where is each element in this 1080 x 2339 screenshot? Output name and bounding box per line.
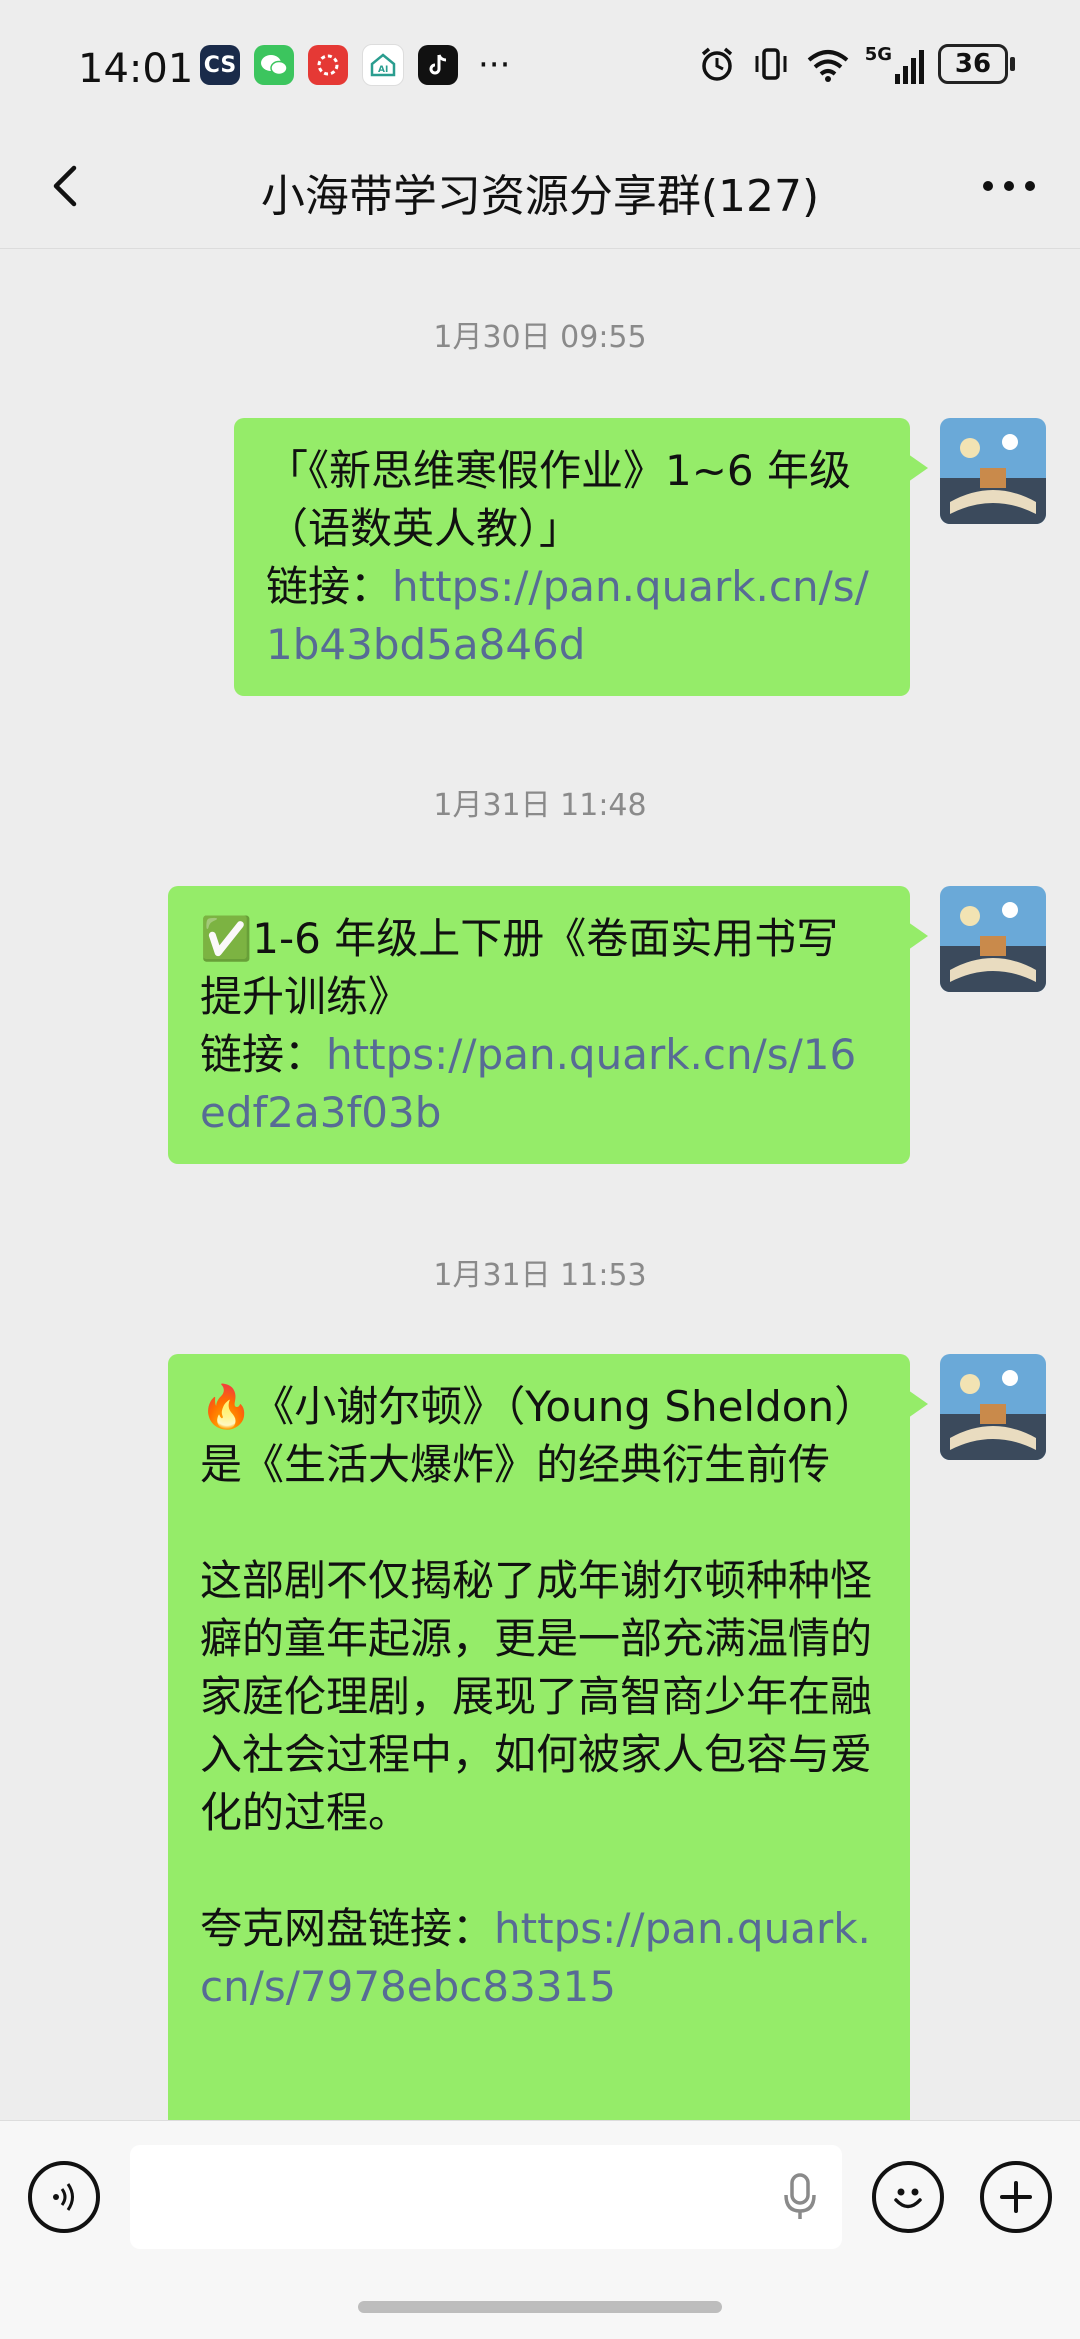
sender-avatar[interactable] bbox=[940, 1354, 1046, 1460]
home-indicator[interactable] bbox=[358, 2301, 722, 2313]
wechat-icon bbox=[254, 45, 294, 85]
battery-icon: 36 bbox=[938, 44, 1015, 84]
chat-title: 小海带学习资源分享群(127) bbox=[260, 171, 820, 222]
alarm-icon bbox=[701, 47, 732, 81]
ai-icon: AI bbox=[362, 44, 404, 86]
emoji-button[interactable] bbox=[872, 2161, 944, 2233]
emoji-icon bbox=[894, 2188, 922, 2209]
message-bubble[interactable]: 🔥《小谢尔顿》（Young Sheldon）是《生活大爆炸》的经典衍生前传 这部… bbox=[168, 1354, 928, 2120]
message-text: 「《新思维寒假作业》1~6 年级（语数英人教）」 bbox=[266, 446, 851, 553]
sender-avatar[interactable] bbox=[940, 886, 1046, 992]
vibrate-icon bbox=[755, 48, 787, 80]
chat-header: 小海带学习资源分享群(127) bbox=[0, 130, 1080, 249]
more-notifications-icon: ··· bbox=[478, 45, 511, 85]
network-type-label: 5G bbox=[864, 44, 892, 65]
message-text: ✅1-6 年级上下册《卷面实用书写提升训练》 bbox=[200, 914, 839, 1021]
link-label: 链接： bbox=[200, 1030, 327, 1079]
tiktok-icon bbox=[418, 45, 458, 85]
status-time: 14:01 bbox=[78, 46, 194, 92]
plus-icon bbox=[1000, 2181, 1032, 2213]
message-timestamp: 1月31日 11:48 bbox=[433, 788, 647, 823]
signal-indicator: 5G bbox=[865, 44, 924, 84]
link-label: 链接： bbox=[266, 562, 393, 611]
more-actions-button[interactable] bbox=[980, 2161, 1052, 2233]
status-indicators: 5G 36 bbox=[697, 44, 1015, 84]
app-red-icon bbox=[308, 45, 348, 85]
more-options-icon[interactable] bbox=[974, 156, 1044, 216]
message-text: 🔥《小谢尔顿》（Young Sheldon）是《生活大爆炸》的经典衍生前传 bbox=[200, 1382, 877, 1489]
message-timestamp: 1月30日 09:55 bbox=[433, 320, 647, 355]
message-paragraph: 这部剧不仅揭秘了成年谢尔顿种种怪癖的童年起源，更是一部充满温情的家庭伦理剧，展现… bbox=[200, 1556, 873, 1837]
message-timestamp: 1月31日 11:53 bbox=[433, 1258, 647, 1293]
message-bubble[interactable]: 「《新思维寒假作业》1~6 年级（语数英人教）」 链接：https://pan.… bbox=[234, 418, 928, 696]
microphone-icon[interactable] bbox=[780, 2171, 820, 2223]
message-bubble[interactable]: ✅1-6 年级上下册《卷面实用书写提升训练》 链接：https://pan.qu… bbox=[168, 886, 928, 1164]
svg-text:AI: AI bbox=[378, 65, 388, 75]
status-bar: 14:01 CS AI ··· 5G 36 bbox=[0, 0, 1080, 130]
message-input[interactable] bbox=[130, 2145, 842, 2249]
link-label: 夸克网盘链接： bbox=[200, 1904, 495, 1953]
sender-avatar[interactable] bbox=[940, 418, 1046, 524]
voice-toggle-button[interactable] bbox=[28, 2161, 100, 2233]
status-app-icons: CS AI ··· bbox=[200, 44, 510, 86]
voice-icon bbox=[53, 2183, 74, 2211]
cs-app-icon: CS bbox=[200, 45, 240, 85]
wifi-icon bbox=[807, 50, 848, 82]
